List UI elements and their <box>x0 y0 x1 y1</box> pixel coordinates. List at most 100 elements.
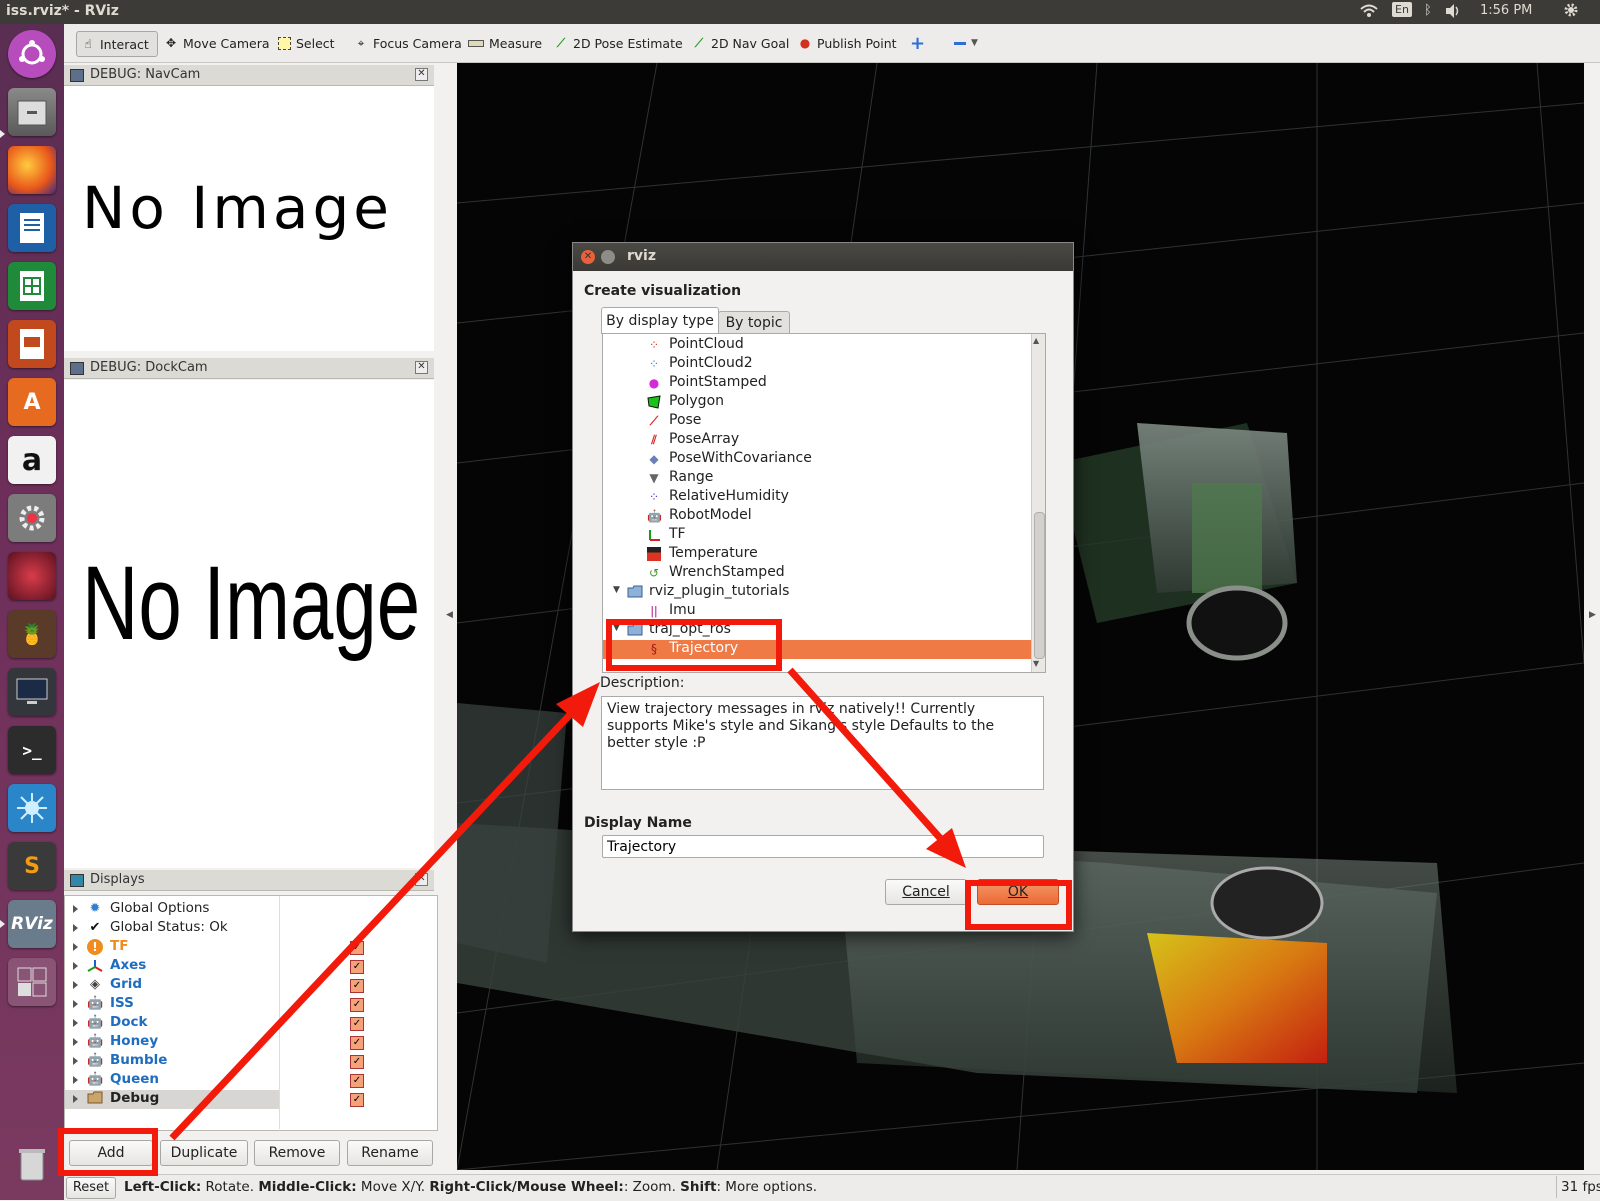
dockcam-panel-header[interactable]: DEBUG: DockCam ✕ <box>64 358 434 379</box>
displays-panel-header[interactable]: Displays ✕ <box>64 870 434 891</box>
tree-scrollbar[interactable]: ▲ ▼ <box>1031 334 1045 672</box>
software-center-icon[interactable]: A <box>8 378 56 426</box>
expand-arrow-icon[interactable] <box>73 924 78 932</box>
ubuntu-dash-icon[interactable] <box>8 30 56 78</box>
tree-item-range[interactable]: ▼ Range <box>603 469 1033 488</box>
trash-icon[interactable] <box>8 1140 56 1188</box>
calc-icon[interactable] <box>8 262 56 310</box>
expand-arrow-icon[interactable] <box>73 1019 78 1027</box>
checkbox-grid[interactable]: ✓ <box>350 979 364 993</box>
expand-arrow-icon[interactable] <box>73 1038 78 1046</box>
firefox-icon[interactable] <box>8 146 56 194</box>
tree-item-wrenchstamped[interactable]: ↺ WrenchStamped <box>603 564 1033 583</box>
expand-arrow-icon[interactable] <box>73 1095 78 1103</box>
expand-arrow-icon[interactable] <box>73 962 78 970</box>
close-icon[interactable]: ✕ <box>581 250 595 264</box>
expand-arrow-icon[interactable] <box>73 981 78 989</box>
files-icon[interactable] <box>8 88 56 136</box>
display-item-debug[interactable]: Debug <box>65 1090 279 1109</box>
checkbox-iss[interactable]: ✓ <box>350 998 364 1012</box>
right-dock-collapse-handle[interactable]: ▶ <box>1589 610 1596 620</box>
tree-item-pointstamped[interactable]: ● PointStamped <box>603 374 1033 393</box>
tab-by-display-type[interactable]: By display type <box>601 307 719 334</box>
display-item-dock[interactable]: 🤖 Dock <box>65 1014 345 1033</box>
remove-button[interactable]: Remove <box>254 1140 340 1166</box>
writer-icon[interactable] <box>8 204 56 252</box>
gear-icon[interactable] <box>1563 2 1579 22</box>
reset-button[interactable]: Reset <box>66 1177 116 1199</box>
network-icon[interactable] <box>8 784 56 832</box>
chevron-down-icon[interactable]: ▼ <box>1033 659 1039 668</box>
monitor-icon[interactable] <box>8 668 56 716</box>
checkbox-bumble[interactable]: ✓ <box>350 1055 364 1069</box>
display-item-global-status[interactable]: ✔ Global Status: Ok <box>65 919 345 938</box>
duplicate-button[interactable]: Duplicate <box>160 1140 248 1166</box>
remove-tool-button[interactable]: ▼ <box>950 31 982 55</box>
display-item-iss[interactable]: 🤖 ISS <box>65 995 345 1014</box>
tree-item-robotmodel[interactable]: 🤖 RobotModel <box>603 507 1033 526</box>
navcam-panel-header[interactable]: DEBUG: NavCam ✕ <box>64 65 434 86</box>
close-icon[interactable]: ✕ <box>415 68 428 81</box>
tool-publish-point[interactable]: ● Publish Point <box>794 31 901 55</box>
tree-item-pointcloud2[interactable]: ⁘ PointCloud2 <box>603 355 1033 374</box>
checkbox-honey[interactable]: ✓ <box>350 1036 364 1050</box>
expand-arrow-icon[interactable] <box>73 1000 78 1008</box>
bluetooth-icon[interactable]: ᛒ <box>1424 3 1432 18</box>
displays-tree[interactable]: ✹ Global Options ✔ Global Status: Ok ! T… <box>64 895 438 1131</box>
tool-2d-nav-goal[interactable]: ⟋ 2D Nav Goal <box>688 31 793 55</box>
checkbox-dock[interactable]: ✓ <box>350 1017 364 1031</box>
display-item-axes[interactable]: Axes <box>65 957 345 976</box>
checkbox-debug[interactable]: ✓ <box>350 1093 364 1107</box>
display-name-input[interactable] <box>602 835 1044 858</box>
tool-measure[interactable]: Measure <box>464 31 546 55</box>
left-dock-collapse-handle[interactable]: ◀ <box>446 610 453 620</box>
display-item-honey[interactable]: 🤖 Honey <box>65 1033 345 1052</box>
display-item-queen[interactable]: 🤖 Queen <box>65 1071 345 1090</box>
add-tool-button[interactable]: + <box>906 31 929 55</box>
impress-icon[interactable] <box>8 320 56 368</box>
tree-item-tf[interactable]: TF <box>603 526 1033 545</box>
terminal-icon[interactable]: >_ <box>8 726 56 774</box>
display-item-bumble[interactable]: 🤖 Bumble <box>65 1052 345 1071</box>
amazon-icon[interactable]: a <box>8 436 56 484</box>
workspace-switcher-icon[interactable] <box>8 958 56 1006</box>
checkbox-queen[interactable]: ✓ <box>350 1074 364 1088</box>
tab-by-topic[interactable]: By topic <box>718 311 790 334</box>
clock[interactable]: 1:56 PM <box>1480 3 1532 18</box>
system-settings-icon[interactable] <box>8 494 56 542</box>
checkbox-axes[interactable]: ✓ <box>350 960 364 974</box>
wifi-icon[interactable] <box>1360 3 1378 23</box>
tool-interact[interactable]: ☝ Interact <box>76 31 158 57</box>
expand-arrow-icon[interactable] <box>73 1076 78 1084</box>
tool-focus-camera[interactable]: ⌖ Focus Camera <box>350 31 466 55</box>
display-item-global-options[interactable]: ✹ Global Options <box>65 900 345 919</box>
app-icon[interactable] <box>8 552 56 600</box>
tree-item-posewithcovariance[interactable]: ◆ PoseWithCovariance <box>603 450 1033 469</box>
tree-item-relativehumidity[interactable]: ⁘ RelativeHumidity <box>603 488 1033 507</box>
rename-button[interactable]: Rename <box>347 1140 433 1166</box>
cancel-button[interactable]: Cancel <box>885 879 967 905</box>
close-icon[interactable]: ✕ <box>415 873 428 886</box>
scrollbar-thumb[interactable] <box>1034 512 1045 659</box>
keyboard-layout-indicator[interactable]: En <box>1392 2 1412 17</box>
minimize-icon[interactable] <box>601 250 615 264</box>
expand-arrow-icon[interactable] <box>73 943 78 951</box>
tree-item-polygon[interactable]: Polygon <box>603 393 1033 412</box>
sublime-icon[interactable]: S <box>8 842 56 890</box>
tree-folder-rviz-plugin-tutorials[interactable]: ▼ rviz_plugin_tutorials <box>603 583 1033 602</box>
expand-arrow-icon[interactable] <box>73 905 78 913</box>
tree-item-posearray[interactable]: ⫽ PoseArray <box>603 431 1033 450</box>
close-icon[interactable]: ✕ <box>415 361 428 374</box>
tool-move-camera[interactable]: ✥ Move Camera <box>160 31 274 55</box>
expand-arrow-icon[interactable] <box>73 1057 78 1065</box>
tree-item-pose[interactable]: ⟋ Pose <box>603 412 1033 431</box>
checkbox-tf[interactable]: ✓ <box>350 941 364 955</box>
tree-item-pointcloud[interactable]: ⁘ PointCloud <box>603 336 1033 355</box>
display-item-tf[interactable]: ! TF <box>65 938 345 957</box>
wine-icon[interactable]: 🍍 <box>8 610 56 658</box>
chevron-down-icon[interactable]: ▼ <box>613 585 620 595</box>
tree-item-temperature[interactable]: Temperature <box>603 545 1033 564</box>
chevron-up-icon[interactable]: ▲ <box>1033 336 1039 345</box>
dialog-titlebar[interactable]: ✕ rviz <box>573 243 1073 271</box>
display-item-grid[interactable]: ◈ Grid <box>65 976 345 995</box>
